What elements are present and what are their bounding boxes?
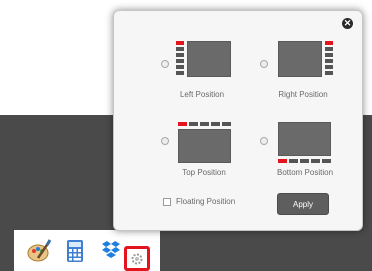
right-position-label: Right Position [278, 90, 328, 99]
bottom-position-radio[interactable] [260, 137, 268, 145]
floating-position-checkbox[interactable] [163, 198, 171, 206]
taskbar [14, 230, 160, 271]
bottom-position-label: Bottom Position [276, 168, 334, 177]
settings-icon[interactable] [124, 246, 150, 271]
close-icon[interactable]: ✕ [342, 18, 353, 29]
position-settings-popup: ✕ Left Position Right Position Top Posit… [113, 10, 363, 231]
left-position-label: Left Position [179, 90, 225, 99]
top-position-radio[interactable] [161, 137, 169, 145]
calculator-icon[interactable] [62, 238, 88, 264]
left-position-radio[interactable] [161, 60, 169, 68]
apply-button[interactable]: Apply [277, 193, 329, 215]
right-position-radio[interactable] [260, 60, 268, 68]
dropbox-icon[interactable] [98, 238, 124, 264]
floating-position-label: Floating Position [176, 197, 236, 206]
top-position-label: Top Position [182, 168, 226, 177]
paint-icon[interactable] [26, 238, 52, 264]
